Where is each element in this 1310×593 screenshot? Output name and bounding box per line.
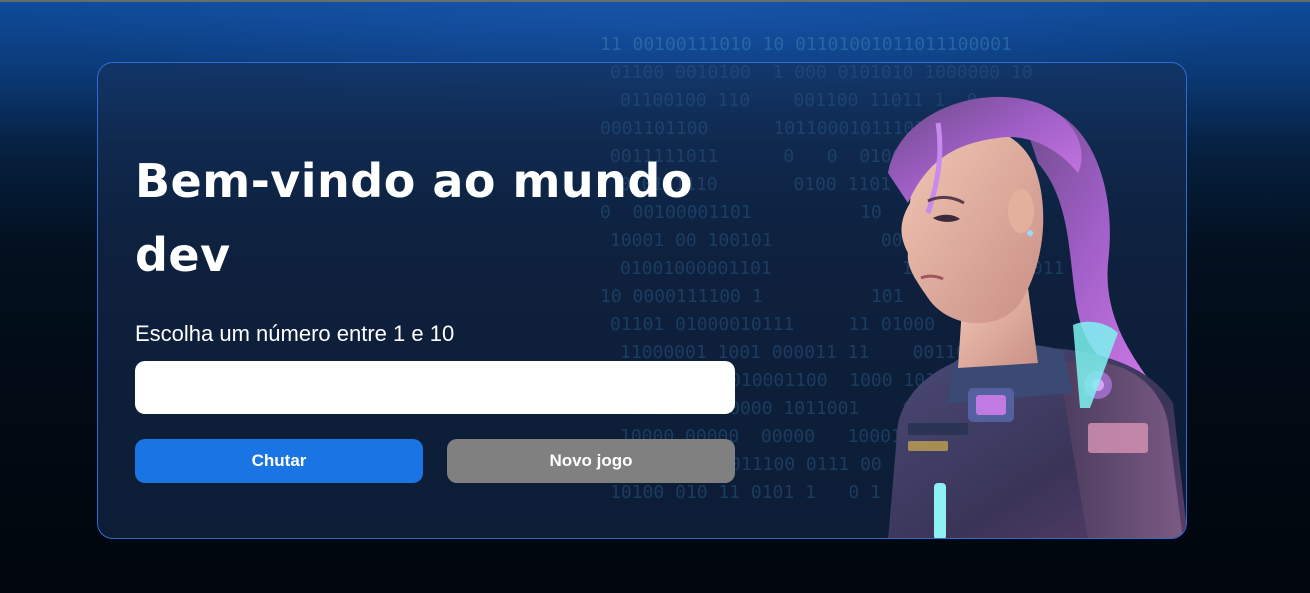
page-background: 11 00100111010 10 0110100101101110000101… bbox=[0, 0, 1310, 593]
astronaut-woman-illustration bbox=[888, 96, 1186, 538]
new-game-button[interactable]: Novo jogo bbox=[447, 439, 735, 483]
guess-input[interactable] bbox=[135, 361, 735, 414]
guess-button[interactable]: Chutar bbox=[135, 439, 423, 483]
page-title: Bem-vindo ao mundo dev bbox=[135, 154, 693, 282]
binary-row: 11 00100111010 10 01101001011011100001 bbox=[600, 34, 1012, 55]
top-border-line bbox=[0, 0, 1310, 2]
number-prompt-label: Escolha um número entre 1 e 10 bbox=[135, 321, 455, 346]
game-card: Bem-vindo ao mundo dev Escolha um número… bbox=[97, 62, 1187, 539]
